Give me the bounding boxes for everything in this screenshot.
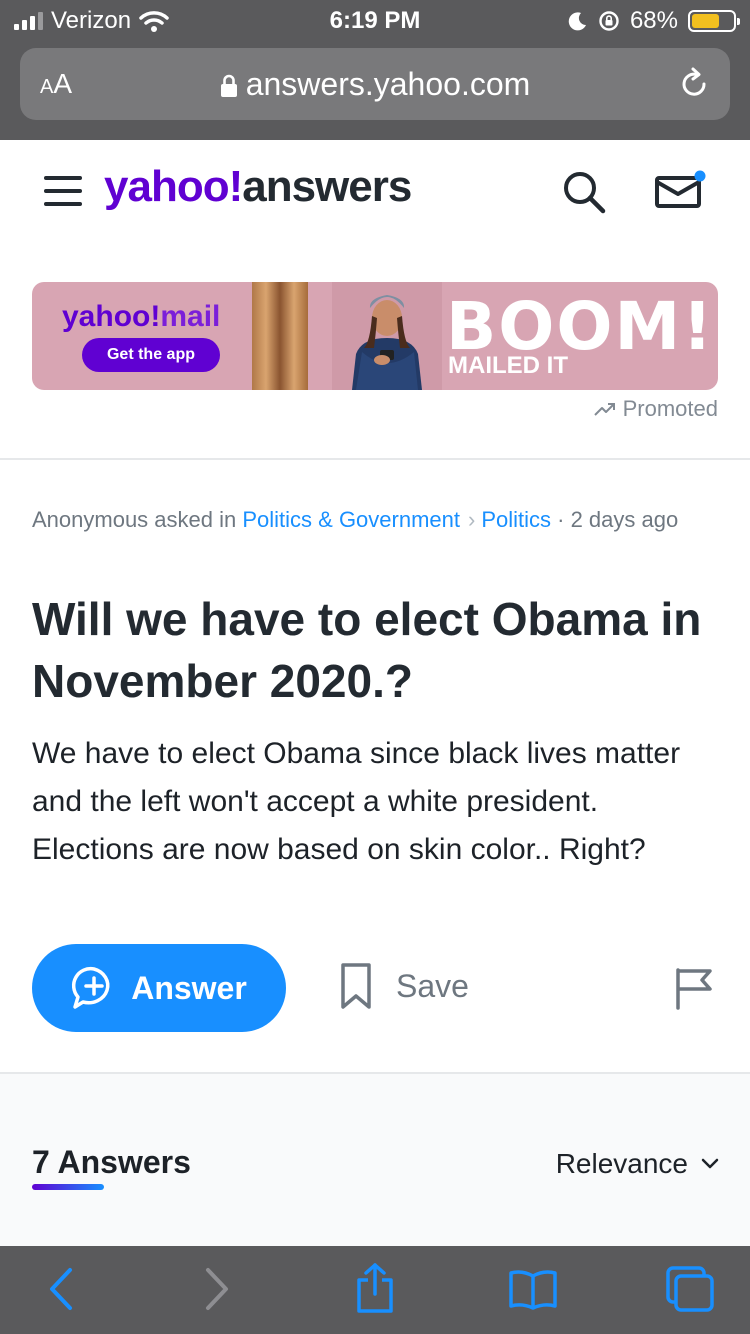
chevron-right-icon: › [468, 507, 476, 532]
question-title: Will we have to elect Obama in November … [32, 593, 702, 707]
answers-count-tab[interactable]: 7 Answers [32, 1144, 191, 1181]
do-not-disturb-moon-icon [568, 12, 586, 31]
bookmarks-book-icon[interactable] [508, 1268, 558, 1310]
browser-chrome: Verizon 6:19 PM 68% AA answers.yahoo.com [0, 0, 750, 140]
question-meta: Anonymous asked in Politics & Government… [32, 500, 722, 540]
address-bar[interactable]: AA answers.yahoo.com [20, 48, 730, 120]
chevron-down-icon [701, 1158, 719, 1169]
lock-icon [220, 74, 237, 97]
back-icon[interactable] [44, 1266, 78, 1312]
question-age: · 2 days ago [557, 507, 679, 532]
logo-brand: yahoo! [104, 162, 243, 211]
rotation-lock-icon [599, 11, 619, 31]
logo-product: answers [242, 162, 412, 211]
sort-dropdown[interactable]: Relevance [556, 1148, 720, 1180]
sort-label: Relevance [555, 1148, 688, 1179]
ad-person-image [332, 282, 442, 390]
battery-level [692, 14, 720, 28]
answer-label: Answer [131, 969, 247, 1006]
hamburger-menu-icon[interactable] [44, 176, 82, 206]
reload-icon[interactable] [676, 66, 712, 102]
subcategory-link[interactable]: Politics [481, 507, 551, 532]
ad-get-app-button[interactable]: Get the app [82, 338, 220, 372]
section-divider [0, 458, 750, 460]
save-button[interactable]: Save [340, 962, 469, 1010]
ad-skateboard-image [252, 282, 308, 390]
ad-brand-logo: yahoo!mail [62, 300, 220, 334]
battery-icon [688, 10, 740, 32]
battery-percent: 68% [629, 7, 678, 34]
url-display[interactable]: answers.yahoo.com [20, 66, 730, 103]
promoted-text: Promoted [622, 396, 718, 421]
share-icon[interactable] [354, 1262, 396, 1314]
promoted-label[interactable]: Promoted [593, 396, 718, 422]
active-tab-underline [32, 1184, 104, 1190]
answer-button[interactable]: Answer [32, 944, 286, 1032]
category-link[interactable]: Politics & Government [242, 507, 460, 532]
flag-icon[interactable] [674, 966, 714, 1010]
add-comment-icon [72, 966, 110, 1009]
question-body: We have to elect Obama since black lives… [32, 737, 681, 866]
ad-subline: MAILED IT [448, 352, 568, 379]
trend-arrow-icon [593, 403, 615, 416]
save-label: Save [396, 967, 469, 1004]
asker-text: Anonymous asked in [32, 507, 237, 532]
status-bar: Verizon 6:19 PM 68% [0, 0, 750, 42]
yahoo-answers-logo[interactable]: yahoo!answers [104, 162, 412, 212]
tabs-icon[interactable] [664, 1264, 716, 1314]
search-icon[interactable] [560, 168, 608, 216]
forward-icon[interactable] [200, 1266, 234, 1312]
mail-icon[interactable] [654, 170, 708, 210]
bookmark-icon [341, 963, 371, 1009]
answers-header: 7 Answers Relevance [0, 1072, 750, 1246]
browser-toolbar [0, 1246, 750, 1334]
ad-banner[interactable]: yahoo!mail Get the app BOOM! MAILED IT [32, 282, 718, 390]
url-text: answers.yahoo.com [245, 66, 531, 102]
ad-product: mail [160, 300, 221, 333]
ad-brand: yahoo! [62, 300, 161, 333]
